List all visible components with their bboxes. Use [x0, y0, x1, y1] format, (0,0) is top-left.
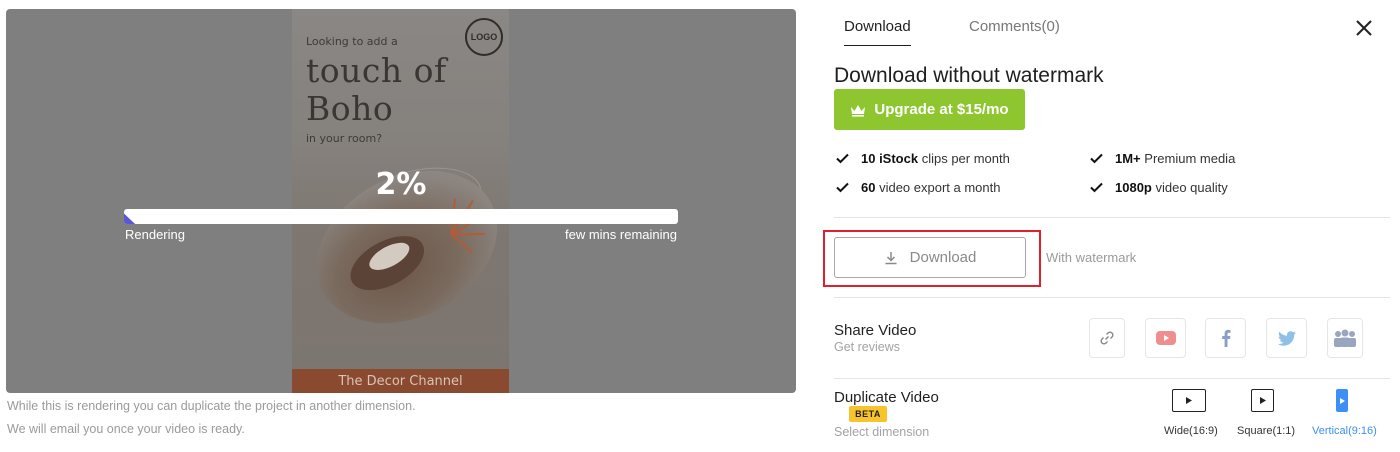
- check-icon: [836, 153, 849, 164]
- crown-icon: [851, 104, 866, 117]
- check-icon: [1090, 182, 1103, 193]
- feature-bold: 1M+: [1115, 151, 1141, 166]
- copy-link-button[interactable]: [1089, 318, 1125, 358]
- progress-bar: [124, 209, 678, 224]
- story-footer: The Decor Channel: [292, 369, 509, 393]
- share-facebook-button[interactable]: [1205, 318, 1246, 358]
- play-icon: [1259, 397, 1266, 404]
- feature-text: video quality: [1151, 180, 1228, 195]
- check-icon: [836, 182, 849, 193]
- feature-item: 1M+ Premium media: [1090, 151, 1235, 166]
- feature-bold: 60: [861, 180, 876, 195]
- close-button[interactable]: [1353, 17, 1375, 39]
- share-title: Share Video: [834, 322, 917, 339]
- feature-item: 1080p video quality: [1090, 180, 1228, 195]
- facebook-icon: [1221, 329, 1230, 347]
- square-frame-icon: [1251, 389, 1274, 412]
- story-text-line4: in your room?: [306, 132, 383, 145]
- beta-badge: BETA: [849, 406, 887, 422]
- team-icon: [1334, 329, 1356, 347]
- download-dialog: Looking to add a touch of Boho in your r…: [0, 0, 1400, 452]
- dimension-label: Square(1:1): [1237, 425, 1296, 437]
- download-icon: [885, 251, 897, 264]
- play-icon: [1186, 397, 1192, 404]
- feature-text: video export a month: [875, 180, 1001, 195]
- progress-fill: [124, 213, 136, 224]
- dimension-label: Wide(16:9): [1164, 425, 1218, 437]
- link-icon: [1100, 331, 1114, 345]
- divider: [834, 217, 1390, 218]
- dimension-label: Vertical(9:16): [1312, 425, 1377, 437]
- wide-frame-icon: [1172, 389, 1206, 412]
- progress-percent: 2%: [375, 167, 427, 202]
- share-youtube-button[interactable]: [1145, 318, 1186, 358]
- tab-comments[interactable]: Comments(0): [969, 18, 1060, 45]
- vertical-frame-icon: [1336, 389, 1348, 412]
- share-subtitle: Get reviews: [834, 340, 900, 354]
- download-panel: Download Comments(0) Download without wa…: [810, 0, 1400, 452]
- twitter-icon: [1277, 330, 1296, 346]
- download-button[interactable]: Download: [834, 237, 1026, 278]
- close-icon: [1356, 20, 1372, 36]
- feature-text: clips per month: [918, 151, 1010, 166]
- watermark-note: With watermark: [1046, 250, 1137, 265]
- story-text-line3: Boho: [306, 89, 394, 128]
- progress-status: Rendering: [125, 227, 185, 242]
- divider: [834, 297, 1390, 298]
- feature-bold: 10 iStock: [861, 151, 919, 166]
- feature-text: Premium media: [1140, 151, 1236, 166]
- share-twitter-button[interactable]: [1266, 318, 1307, 358]
- check-icon: [1090, 153, 1103, 164]
- upgrade-button-label: Upgrade at $15/mo: [874, 101, 1009, 118]
- feature-item: 60 video export a month: [836, 180, 1001, 195]
- render-note: While this is rendering you can duplicat…: [7, 399, 416, 413]
- upgrade-button[interactable]: Upgrade at $15/mo: [834, 89, 1025, 130]
- share-team-button[interactable]: [1327, 318, 1363, 358]
- tab-download[interactable]: Download: [844, 18, 911, 46]
- progress-time-remaining: few mins remaining: [565, 227, 677, 242]
- feature-bold: 1080p: [1115, 180, 1152, 195]
- story-text-line2: touch of: [306, 51, 447, 90]
- duplicate-title: Duplicate Video: [834, 389, 939, 406]
- logo-badge: LOGO: [465, 18, 503, 56]
- divider: [834, 378, 1390, 379]
- download-button-label: Download: [909, 249, 977, 266]
- download-heading: Download without watermark: [834, 64, 1104, 87]
- email-note: We will email you once your video is rea…: [7, 422, 245, 436]
- feature-item: 10 iStock clips per month: [836, 151, 1010, 166]
- duplicate-subtitle: Select dimension: [834, 425, 930, 439]
- play-icon: [1339, 397, 1345, 404]
- video-preview: Looking to add a touch of Boho in your r…: [6, 9, 796, 393]
- story-text-line1: Looking to add a: [306, 35, 398, 48]
- youtube-icon: [1155, 331, 1176, 345]
